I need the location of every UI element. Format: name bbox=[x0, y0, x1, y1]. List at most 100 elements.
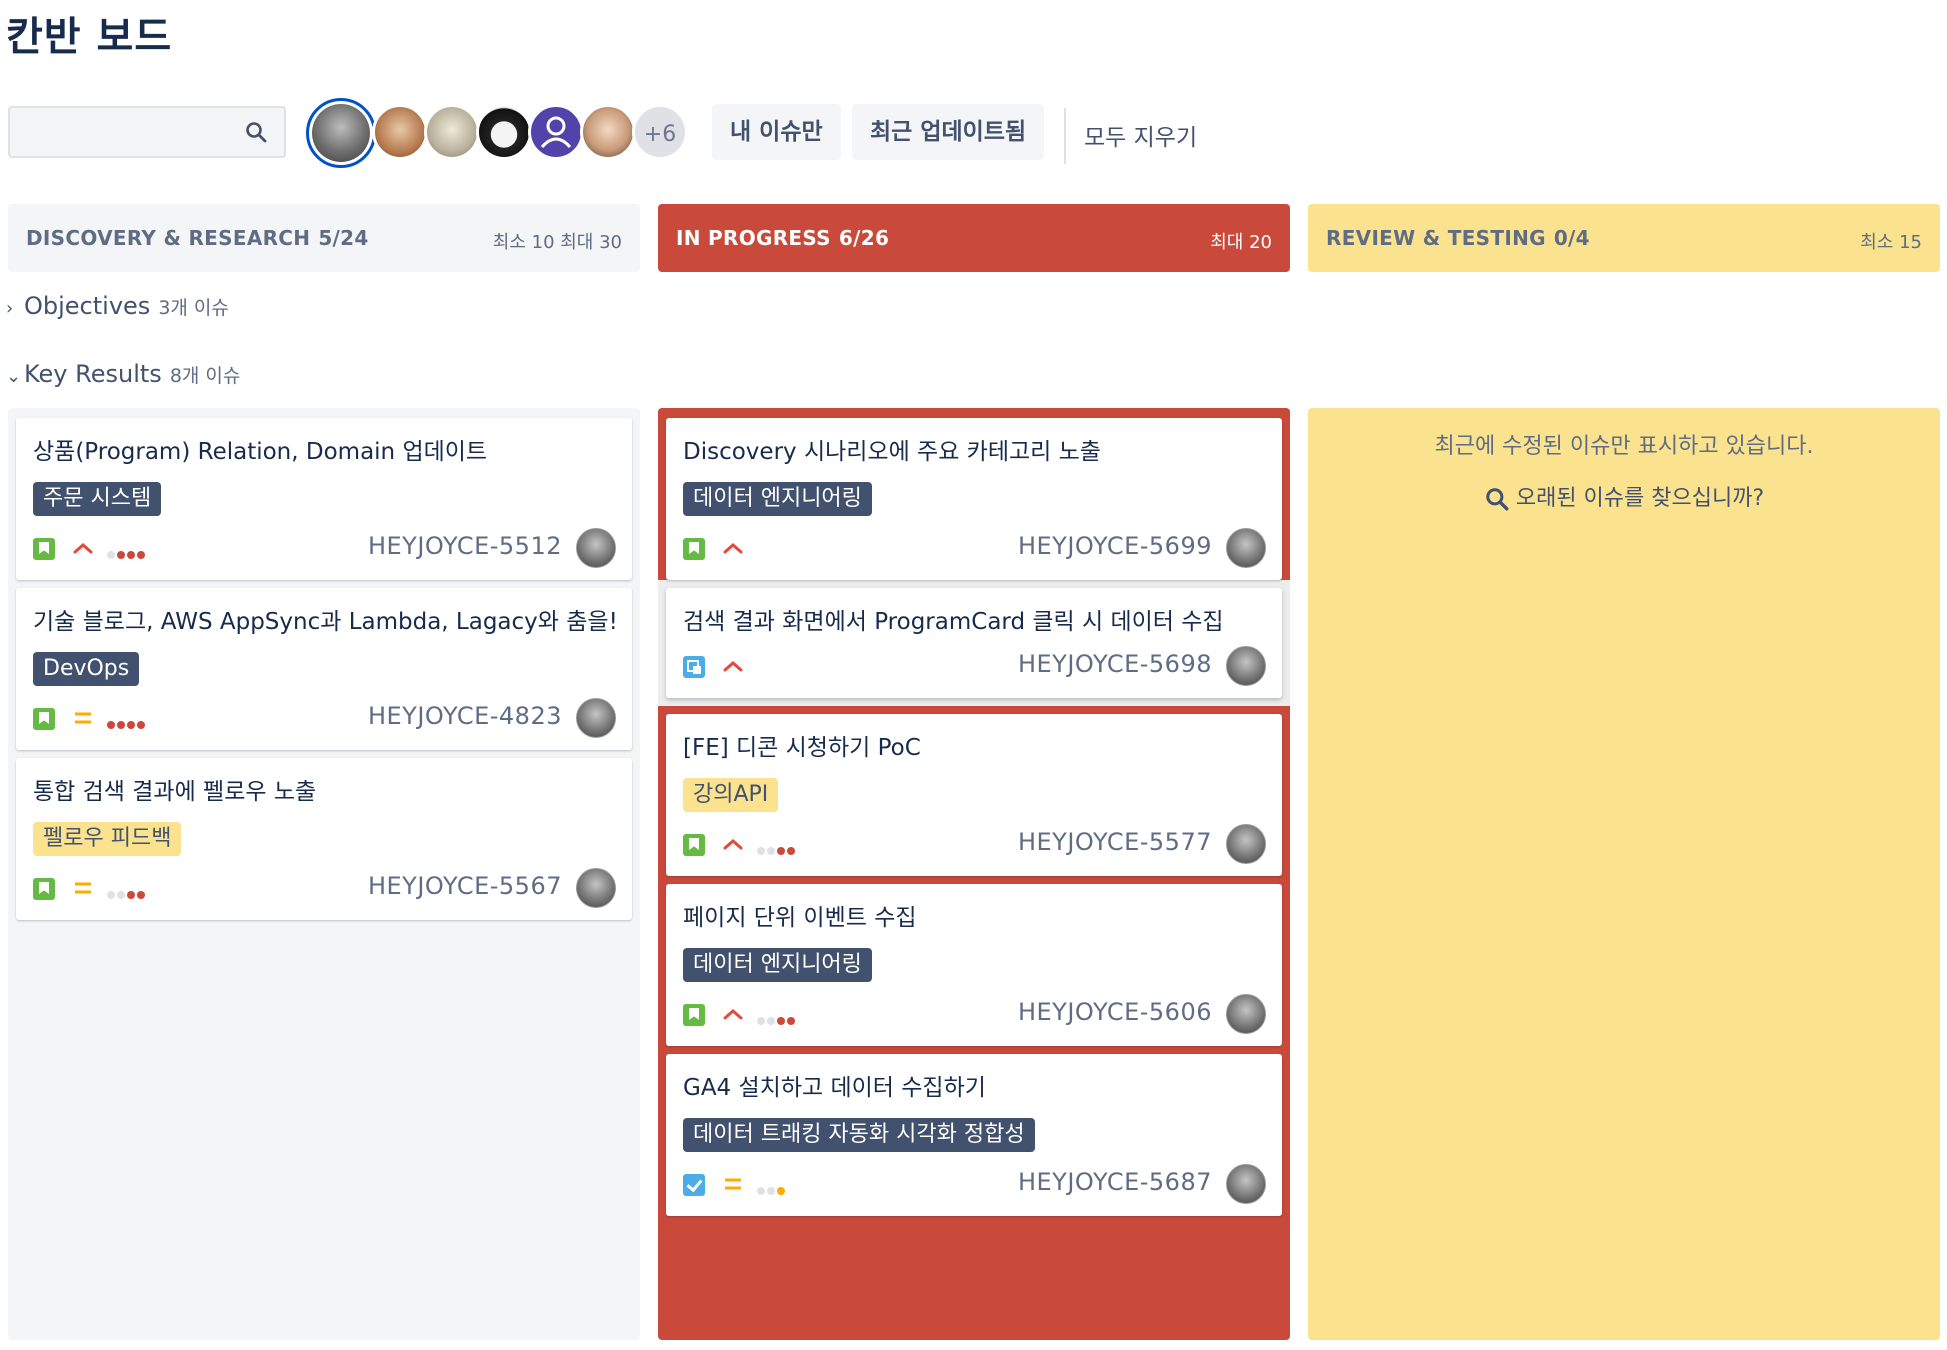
column-limit: 최소 10 최대 30 bbox=[492, 232, 622, 253]
priority-medium-icon bbox=[75, 712, 91, 724]
column-title: REVIEW & TESTING bbox=[1326, 226, 1546, 250]
card-summary: 통합 검색 결과에 펠로우 노출 bbox=[33, 779, 317, 805]
issue-card[interactable]: [FE] 디콘 시청하기 PoC 강의API HEYJOYCE-5577 bbox=[666, 714, 1282, 876]
issue-key[interactable]: HEYJOYCE-4823 bbox=[368, 702, 562, 730]
avatar[interactable] bbox=[528, 104, 584, 160]
column-count: 0/4 bbox=[1553, 226, 1590, 250]
subtask-group: 검색 결과 화면에서 ProgramCard 클릭 시 데이터 수집 HEYJO… bbox=[658, 580, 1290, 706]
assignee-avatar bbox=[1226, 994, 1266, 1034]
avatar[interactable] bbox=[424, 104, 480, 160]
story-icon bbox=[33, 708, 55, 730]
issue-card[interactable]: Discovery 시나리오에 주요 카테고리 노출 데이터 엔지니어링 HEY… bbox=[666, 418, 1282, 580]
avatar[interactable] bbox=[580, 104, 636, 160]
story-icon bbox=[683, 538, 705, 560]
swimlane-count: 8개 이슈 bbox=[169, 365, 241, 387]
avatar[interactable] bbox=[476, 104, 532, 160]
column-title: DISCOVERY & RESEARCH bbox=[26, 226, 311, 250]
swimlane-name: Objectives bbox=[24, 292, 151, 320]
assignee-avatar bbox=[1226, 824, 1266, 864]
assignee-avatar bbox=[1226, 528, 1266, 568]
more-avatars-button[interactable]: +6 bbox=[632, 104, 688, 160]
column-header-in-progress[interactable]: IN PROGRESS 6/26 최대 20 bbox=[658, 204, 1290, 272]
epic-label: 데이터 엔지니어링 bbox=[683, 948, 872, 982]
issue-key[interactable]: HEYJOYCE-5512 bbox=[368, 532, 562, 560]
assignee-avatar bbox=[576, 868, 616, 908]
card-summary: Discovery 시나리오에 주요 카테고리 노출 bbox=[683, 439, 1101, 465]
find-old-issues-label: 오래된 이슈를 찾으십니까? bbox=[1515, 486, 1765, 511]
estimate-dots bbox=[107, 544, 147, 559]
card-summary: GA4 설치하고 데이터 수집하기 bbox=[683, 1075, 986, 1101]
search-input[interactable] bbox=[8, 106, 286, 158]
issue-key[interactable]: HEYJOYCE-5698 bbox=[1018, 650, 1212, 678]
column-discovery: 상품(Program) Relation, Domain 업데이트 주문 시스템… bbox=[8, 408, 640, 1340]
priority-high-icon bbox=[723, 1009, 743, 1020]
priority-high-icon bbox=[723, 839, 743, 850]
card-summary: 검색 결과 화면에서 ProgramCard 클릭 시 데이터 수집 bbox=[683, 609, 1224, 635]
task-checkbox-icon bbox=[683, 1174, 705, 1196]
find-old-issues-link[interactable]: 오래된 이슈를 찾으십니까? bbox=[1308, 480, 1940, 512]
card-summary: 페이지 단위 이벤트 수집 bbox=[683, 905, 917, 931]
issue-key[interactable]: HEYJOYCE-5567 bbox=[368, 872, 562, 900]
column-in-progress: Discovery 시나리오에 주요 카테고리 노출 데이터 엔지니어링 HEY… bbox=[658, 408, 1290, 1340]
issue-card[interactable]: 통합 검색 결과에 펠로우 노출 펠로우 피드백 HEYJOYCE-5567 bbox=[16, 758, 632, 920]
my-issues-filter-button[interactable]: 내 이슈만 bbox=[712, 104, 841, 160]
estimate-dots bbox=[107, 714, 147, 729]
chevron-right-icon: › bbox=[6, 298, 14, 319]
issue-key[interactable]: HEYJOYCE-5606 bbox=[1018, 998, 1212, 1026]
epic-label: 데이터 엔지니어링 bbox=[683, 482, 872, 516]
estimate-dots bbox=[107, 884, 147, 899]
swimlane-key-results[interactable]: ⌄ Key Results 8개 이슈 bbox=[6, 360, 240, 388]
estimate-dots bbox=[757, 1180, 787, 1195]
story-icon bbox=[683, 834, 705, 856]
estimate-dots bbox=[757, 1010, 797, 1025]
epic-label: DevOps bbox=[33, 652, 140, 686]
clear-all-filters-link[interactable]: 모두 지우기 bbox=[1084, 118, 1197, 152]
column-header-discovery[interactable]: DISCOVERY & RESEARCH 5/24 최소 10 최대 30 bbox=[8, 204, 640, 272]
search-icon bbox=[246, 122, 267, 143]
avatar-filter-group: +6 bbox=[306, 98, 706, 168]
page-title: 칸반 보드 bbox=[6, 14, 173, 60]
assignee-avatar bbox=[1226, 646, 1266, 686]
avatar[interactable] bbox=[372, 104, 428, 160]
story-icon bbox=[33, 538, 55, 560]
recently-updated-filter-button[interactable]: 최근 업데이트됨 bbox=[852, 104, 1045, 160]
recent-only-message: 최근에 수정된 이슈만 표시하고 있습니다. bbox=[1434, 434, 1814, 459]
toolbar-divider bbox=[1064, 108, 1066, 164]
card-summary: 기술 블로그, AWS AppSync과 Lambda, Lagacy와 춤을! bbox=[33, 609, 616, 635]
issue-card[interactable]: 페이지 단위 이벤트 수집 데이터 엔지니어링 HEYJOYCE-5606 bbox=[666, 884, 1282, 1046]
user-icon bbox=[540, 116, 572, 149]
column-limit: 최소 15 bbox=[1860, 232, 1922, 253]
issue-card[interactable]: GA4 설치하고 데이터 수집하기 데이터 트래킹 자동화 시각화 정합성 HE… bbox=[666, 1054, 1282, 1216]
issue-key[interactable]: HEYJOYCE-5699 bbox=[1018, 532, 1212, 560]
search-icon bbox=[1486, 488, 1509, 511]
priority-high-icon bbox=[723, 543, 743, 554]
priority-high-icon bbox=[723, 661, 743, 672]
epic-label: 데이터 트래킹 자동화 시각화 정합성 bbox=[683, 1118, 1035, 1152]
story-icon bbox=[683, 1004, 705, 1026]
column-count: 6/26 bbox=[838, 226, 890, 250]
assignee-avatar bbox=[576, 698, 616, 738]
issue-key[interactable]: HEYJOYCE-5687 bbox=[1018, 1168, 1212, 1196]
priority-medium-icon bbox=[725, 1178, 741, 1190]
assignee-avatar bbox=[576, 528, 616, 568]
story-icon bbox=[33, 878, 55, 900]
avatar[interactable] bbox=[306, 98, 376, 168]
column-title: IN PROGRESS bbox=[676, 226, 831, 250]
column-limit: 최대 20 bbox=[1210, 232, 1272, 253]
epic-label: 강의API bbox=[683, 778, 779, 812]
priority-high-icon bbox=[73, 543, 93, 554]
swimlane-count: 3개 이슈 bbox=[158, 297, 229, 319]
priority-medium-icon bbox=[75, 882, 91, 894]
issue-key[interactable]: HEYJOYCE-5577 bbox=[1018, 828, 1212, 856]
column-header-review[interactable]: REVIEW & TESTING 0/4 최소 15 bbox=[1308, 204, 1940, 272]
swimlane-objectives[interactable]: › Objectives 3개 이슈 bbox=[6, 292, 229, 320]
issue-card[interactable]: 기술 블로그, AWS AppSync과 Lambda, Lagacy와 춤을!… bbox=[16, 588, 632, 750]
column-review: 최근에 수정된 이슈만 표시하고 있습니다. 오래된 이슈를 찾으십니까? bbox=[1308, 408, 1940, 1340]
issue-card[interactable]: 상품(Program) Relation, Domain 업데이트 주문 시스템… bbox=[16, 418, 632, 580]
card-summary: [FE] 디콘 시청하기 PoC bbox=[683, 735, 921, 761]
epic-label: 주문 시스템 bbox=[33, 482, 162, 516]
epic-label: 펠로우 피드백 bbox=[33, 822, 182, 856]
subtask-card[interactable]: 검색 결과 화면에서 ProgramCard 클릭 시 데이터 수집 HEYJO… bbox=[666, 588, 1282, 698]
column-count: 5/24 bbox=[318, 226, 369, 250]
assignee-avatar bbox=[1226, 1164, 1266, 1204]
